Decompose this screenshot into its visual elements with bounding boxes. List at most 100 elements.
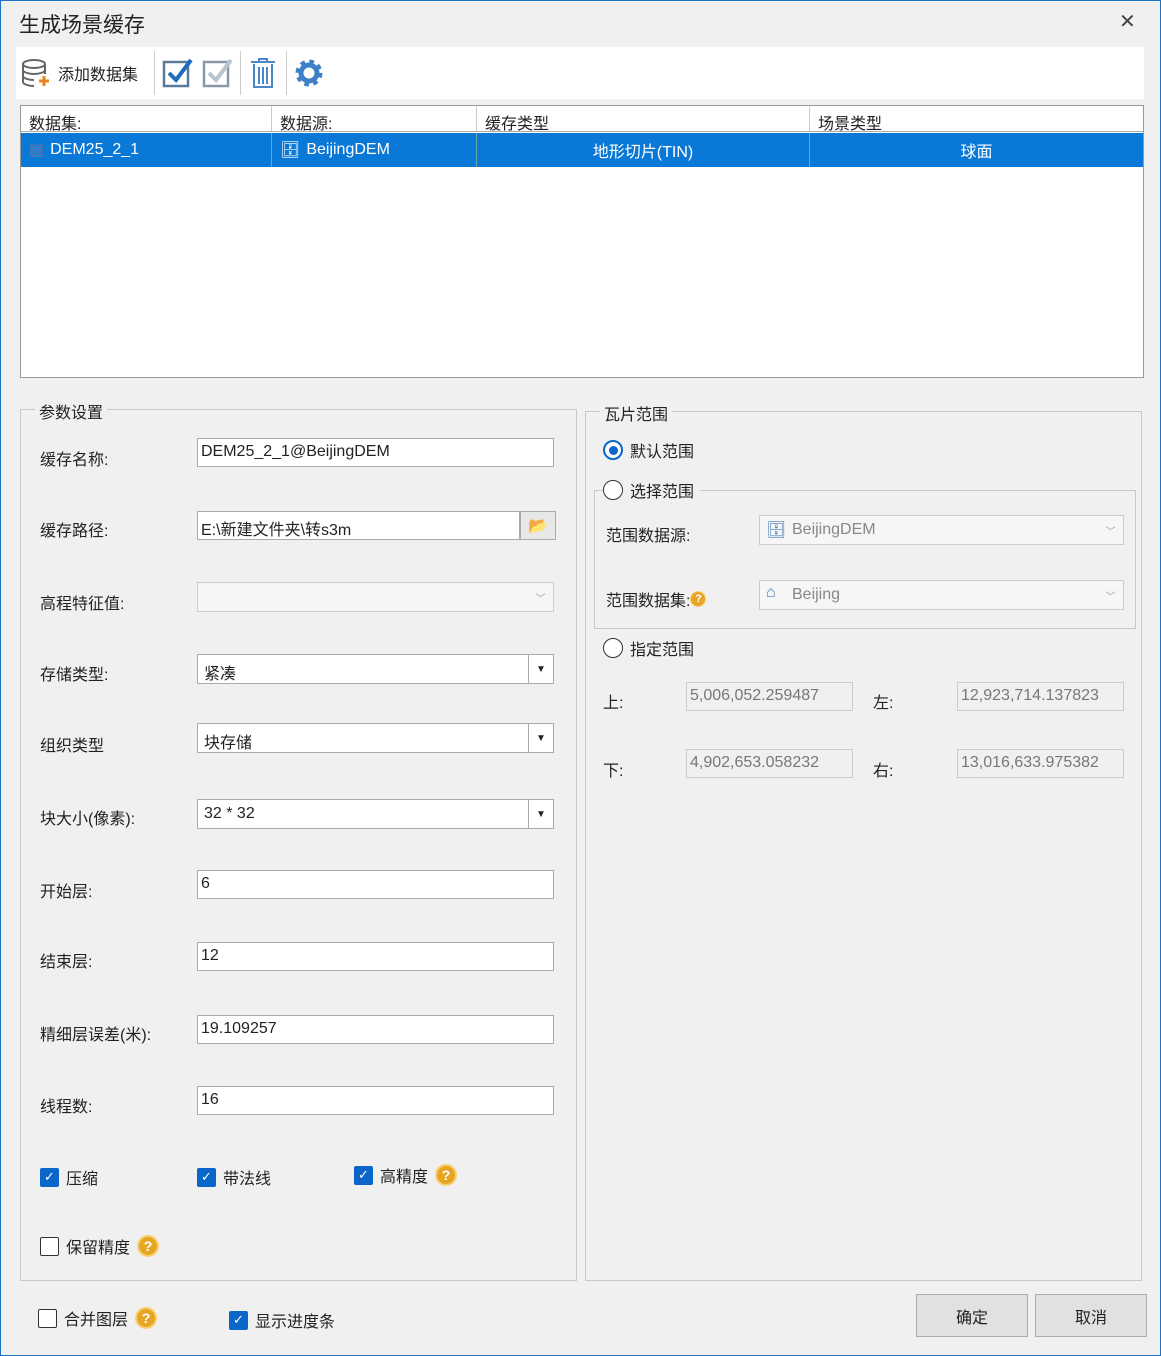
error-input[interactable]: 19.109257 xyxy=(197,1015,554,1044)
bottom-input[interactable]: 4,902,653.058232 xyxy=(686,749,853,778)
radio-selected xyxy=(603,440,623,460)
left-input[interactable]: 12,923,714.137823 xyxy=(957,682,1124,711)
select-range-radio[interactable]: 选择范围 xyxy=(603,478,701,502)
add-dataset-button[interactable]: 添加数据集 xyxy=(20,53,138,93)
org-type-select[interactable]: 块存储 ▼ xyxy=(197,723,554,753)
cancel-button[interactable]: 取消 xyxy=(1035,1294,1147,1337)
help-icon[interactable]: ? xyxy=(690,591,707,607)
checkbox-box xyxy=(38,1308,57,1328)
keep-precision-label: 保留精度 xyxy=(66,1240,131,1257)
invert-select-icon[interactable] xyxy=(201,53,235,93)
checkbox-box xyxy=(40,1236,59,1256)
dialog-window: 生成场景缓存 ✕ 添加数据集 数据集: 数据源: 缓存类型 场景类型 ▦ DEM2… xyxy=(0,0,1161,1356)
checkmark-icon: ✓ xyxy=(197,1167,216,1187)
cell-datasource: BeijingDEM xyxy=(306,141,390,158)
block-size-select[interactable]: 32 * 32 ▼ xyxy=(197,799,554,829)
threads-label: 线程数: xyxy=(40,1099,93,1116)
range-dataset-label-text: 范围数据集: xyxy=(606,593,691,610)
help-icon[interactable]: ? xyxy=(137,1235,160,1257)
browse-folder-button[interactable]: 📂 xyxy=(520,511,556,540)
col-datasource[interactable]: 数据源: xyxy=(272,106,477,133)
org-type-label: 组织类型 xyxy=(40,738,105,755)
datasource-icon: 🗄 xyxy=(766,522,787,539)
right-label: 右: xyxy=(873,763,894,780)
specify-range-radio[interactable]: 指定范围 xyxy=(603,636,694,660)
cache-name-label: 缓存名称: xyxy=(40,452,109,469)
default-range-label: 默认范围 xyxy=(630,444,695,461)
select-range-label: 选择范围 xyxy=(630,484,695,501)
default-range-radio[interactable]: 默认范围 xyxy=(603,438,694,462)
col-dataset[interactable]: 数据集: xyxy=(21,106,272,133)
database-add-icon xyxy=(22,59,49,87)
range-datasource-select[interactable]: 🗄 BeijingDEM ﹀ xyxy=(759,515,1124,545)
error-label: 精细层误差(米): xyxy=(40,1027,152,1044)
storage-type-label: 存储类型: xyxy=(40,667,109,684)
checkmark-icon: ✓ xyxy=(229,1310,248,1330)
add-dataset-label: 添加数据集 xyxy=(58,67,139,84)
close-button[interactable]: ✕ xyxy=(1119,9,1136,34)
merge-layers-checkbox[interactable]: 合并图层? xyxy=(38,1306,158,1330)
end-level-input[interactable]: 12 xyxy=(197,942,554,971)
end-level-label: 结束层: xyxy=(40,954,93,971)
cell-cache-type[interactable]: 地形切片(TIN) xyxy=(477,133,810,167)
tile-range-title: 瓦片范围 xyxy=(600,401,673,425)
help-icon[interactable]: ? xyxy=(435,1164,458,1186)
radio-unselected xyxy=(603,480,623,500)
folder-icon: 📂 xyxy=(528,517,548,535)
table-row[interactable]: ▦ DEM25_2_1 🗄 BeijingDEM 地形切片(TIN) 球面 xyxy=(21,133,1143,167)
range-dataset-value: Beijing xyxy=(792,586,841,603)
storage-type-value: 紧凑 xyxy=(204,666,237,683)
settings-gear-icon[interactable] xyxy=(293,53,325,93)
compress-label: 压缩 xyxy=(66,1171,99,1188)
cache-path-input[interactable]: E:\新建文件夹\转s3m xyxy=(197,511,520,540)
cache-name-input[interactable]: DEM25_2_1@BeijingDEM xyxy=(197,438,554,467)
cache-path-label: 缓存路径: xyxy=(40,523,109,540)
table-header: 数据集: 数据源: 缓存类型 场景类型 xyxy=(21,106,1143,133)
bottom-label: 下: xyxy=(603,763,624,780)
normals-label: 带法线 xyxy=(223,1171,272,1188)
start-level-input[interactable]: 6 xyxy=(197,870,554,899)
show-progress-checkbox[interactable]: ✓ 显示进度条 xyxy=(229,1308,335,1332)
col-cache-type[interactable]: 缓存类型 xyxy=(477,106,810,133)
params-group-title: 参数设置 xyxy=(35,399,108,423)
elevation-select[interactable]: ﹀ xyxy=(197,582,554,612)
merge-layers-label: 合并图层 xyxy=(64,1312,129,1329)
cell-dataset: DEM25_2_1 xyxy=(50,141,140,158)
high-precision-label: 高精度 xyxy=(380,1169,429,1186)
help-icon[interactable]: ? xyxy=(135,1307,158,1329)
keep-precision-checkbox[interactable]: 保留精度? xyxy=(40,1234,160,1258)
chevron-down-icon: ﹀ xyxy=(535,593,546,605)
show-progress-label: 显示进度条 xyxy=(255,1314,336,1331)
normals-checkbox[interactable]: ✓ 带法线 xyxy=(197,1165,271,1189)
range-dataset-select[interactable]: ⌂ Beijing ﹀ xyxy=(759,580,1124,610)
grid-dataset-icon: ▦ xyxy=(29,142,45,159)
dialog-title: 生成场景缓存 xyxy=(19,14,145,37)
threads-input[interactable]: 16 xyxy=(197,1086,554,1115)
datasource-icon: 🗄 xyxy=(280,142,301,159)
top-input[interactable]: 5,006,052.259487 xyxy=(686,682,853,711)
top-label: 上: xyxy=(603,695,624,712)
select-all-icon[interactable] xyxy=(161,53,195,93)
col-scene-type[interactable]: 场景类型 xyxy=(810,106,1143,133)
high-precision-checkbox[interactable]: ✓ 高精度? xyxy=(354,1163,458,1187)
dropdown-arrow-icon: ▼ xyxy=(528,724,553,752)
ok-button[interactable]: 确定 xyxy=(916,1294,1028,1337)
radio-unselected xyxy=(603,638,623,658)
cell-scene-type[interactable]: 球面 xyxy=(810,133,1143,167)
compress-checkbox[interactable]: ✓ 压缩 xyxy=(40,1165,98,1189)
range-dataset-label: 范围数据集:? xyxy=(606,587,707,611)
org-type-value: 块存储 xyxy=(204,735,253,752)
block-size-label: 块大小(像素): xyxy=(40,811,136,828)
chevron-down-icon: ﹀ xyxy=(1105,591,1116,603)
delete-icon[interactable] xyxy=(248,53,278,93)
left-label: 左: xyxy=(873,695,894,712)
storage-type-select[interactable]: 紧凑 ▼ xyxy=(197,654,554,684)
region-icon: ⌂ xyxy=(766,584,776,601)
range-datasource-label: 范围数据源: xyxy=(606,528,691,545)
dataset-table: 数据集: 数据源: 缓存类型 场景类型 ▦ DEM25_2_1 🗄 BeijingD… xyxy=(20,105,1144,378)
start-level-label: 开始层: xyxy=(40,884,93,901)
block-size-value: 32 * 32 xyxy=(204,805,255,822)
right-input[interactable]: 13,016,633.975382 xyxy=(957,749,1124,778)
range-datasource-value: BeijingDEM xyxy=(792,521,876,538)
checkmark-icon: ✓ xyxy=(40,1167,59,1187)
